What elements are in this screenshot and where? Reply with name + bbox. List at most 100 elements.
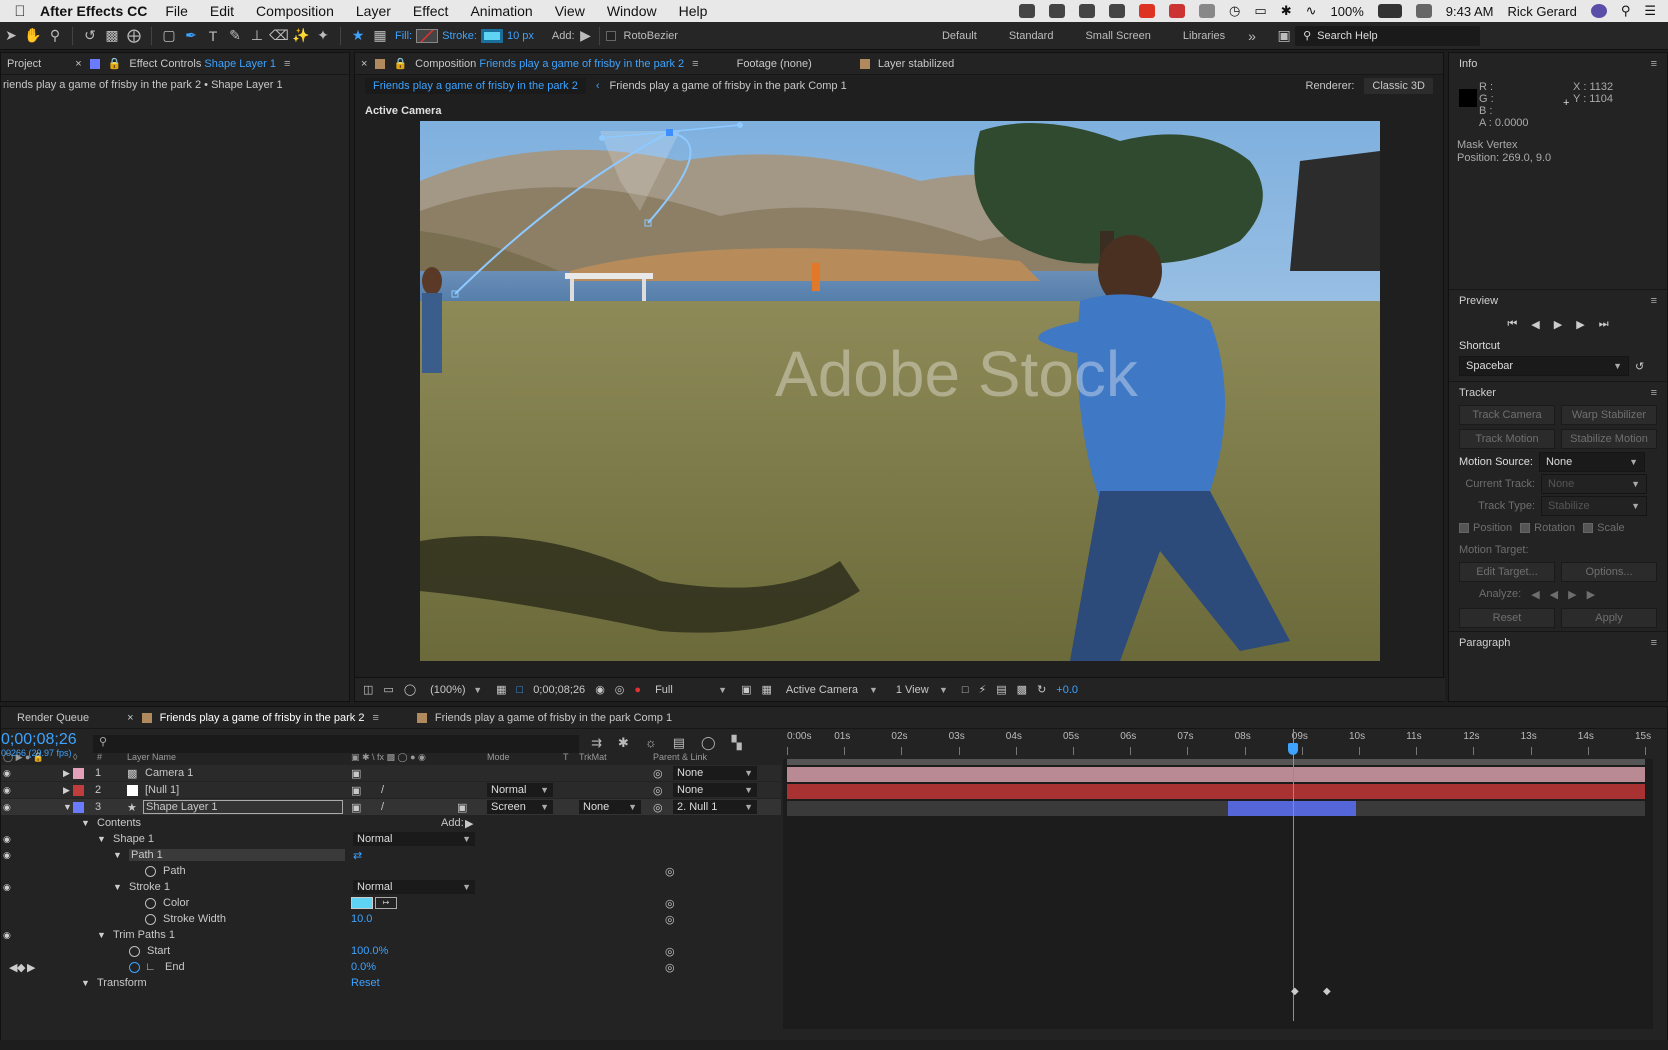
3d-layer-icon[interactable]: ▣	[457, 801, 467, 814]
rotation-tool-icon[interactable]: ↺	[79, 25, 101, 47]
camera-tool-icon[interactable]: ▩	[101, 25, 123, 47]
graph-icon[interactable]: ∟	[145, 961, 156, 973]
layer-bar-null[interactable]	[787, 784, 1645, 799]
workspace-standard[interactable]: Standard	[1009, 30, 1054, 42]
panel-menu-icon[interactable]: ≡	[1651, 58, 1657, 70]
pan-behind-tool-icon[interactable]: ⨁	[123, 25, 145, 47]
pickwhip-icon[interactable]: ◎	[665, 961, 675, 974]
playhead[interactable]	[1293, 729, 1295, 1021]
rectangle-tool-icon[interactable]: ▢	[158, 25, 180, 47]
col-layer-name[interactable]: Layer Name	[127, 752, 176, 762]
app-name-menu[interactable]: After Effects CC	[40, 3, 147, 19]
stopwatch-icon[interactable]	[145, 913, 156, 925]
layer-row[interactable]: ◉ ▶ 1 ▩ Camera 1 ▣ ◎ None ▼	[1, 765, 781, 781]
stopwatch-icon[interactable]	[145, 865, 156, 877]
viewer-image[interactable]: Adobe Stock	[420, 121, 1380, 661]
blend-mode-dropdown[interactable]: Normal ▼	[487, 783, 553, 797]
region-of-interest-icon[interactable]: ▣	[741, 683, 751, 696]
monitor-icon[interactable]: ▭	[383, 683, 393, 696]
shape-blend-dropdown[interactable]: Normal ▼	[353, 832, 475, 846]
stop-icon[interactable]	[1169, 4, 1186, 18]
timeline-timecode[interactable]: 0;00;08;26	[1, 731, 77, 749]
start-value[interactable]: 100.0%	[351, 945, 388, 957]
shy-switch-icon[interactable]: ▣	[351, 784, 361, 797]
stroke-color-swatch[interactable]	[351, 897, 373, 909]
close-tab-icon[interactable]: ×	[361, 58, 367, 70]
menu-view[interactable]: View	[555, 3, 585, 19]
edit-target-button[interactable]: Edit Target...	[1459, 562, 1555, 582]
stroke-label[interactable]: Stroke:	[442, 30, 477, 42]
last-frame-icon[interactable]: ⏭	[1599, 318, 1609, 331]
layer-label-color[interactable]	[73, 801, 84, 813]
tab-footage[interactable]: Footage (none)	[737, 58, 812, 70]
reset-button[interactable]: Reset	[1459, 608, 1555, 628]
eye-icon[interactable]: ◉	[3, 768, 11, 779]
track-camera-button[interactable]: Track Camera	[1459, 405, 1555, 425]
pickwhip-icon[interactable]: ◎	[653, 801, 663, 814]
display-icon[interactable]	[1199, 4, 1216, 18]
pickwhip-icon[interactable]: ◎	[665, 897, 675, 910]
notification-center-icon[interactable]: ☰	[1644, 3, 1656, 19]
scale-checkbox[interactable]: Scale	[1583, 522, 1625, 534]
workspace-overflow-icon[interactable]: »	[1241, 25, 1263, 47]
3d-glasses-icon[interactable]: ◯	[404, 683, 416, 696]
time-ruler[interactable]: 0:00s 01s 02s 03s 04s 05s 06s 07s 08s 09s 10s 11s 12…	[783, 729, 1653, 759]
bluetooth-icon[interactable]: ✱	[1281, 3, 1292, 19]
tab-project[interactable]: Project	[7, 58, 41, 70]
layer-row-selected[interactable]: ◉ ▼ 3 ★ Shape Layer 1 ▣ / ▣ Screen ▼ None…	[1, 799, 781, 815]
position-checkbox[interactable]: Position	[1459, 522, 1512, 534]
exposure-value[interactable]: +0.0	[1056, 684, 1078, 696]
pickwhip-icon[interactable]: ◎	[665, 913, 675, 926]
keyframe-diamond[interactable]: ◆	[1323, 986, 1331, 997]
hand-tool-icon[interactable]: ✋	[22, 25, 44, 47]
time-machine-icon[interactable]: ◷	[1229, 3, 1240, 19]
path-group-label[interactable]: Path 1	[129, 849, 345, 861]
twirl-open-icon[interactable]: ▼	[81, 978, 93, 988]
layer-name[interactable]: Camera 1	[145, 767, 193, 779]
fill-swatch[interactable]	[416, 28, 439, 43]
tab-effect-controls[interactable]: Effect Controls Shape Layer 1	[129, 58, 276, 70]
motion-source-dropdown[interactable]: None ▼	[1538, 452, 1645, 472]
view-layout-dropdown[interactable]: 1 View ▼	[892, 684, 952, 696]
workspace-default[interactable]: Default	[942, 30, 977, 42]
status-app-icon[interactable]	[1079, 4, 1096, 18]
keyframe-diamond[interactable]: ◆	[1291, 986, 1299, 997]
clock-time[interactable]: 9:43 AM	[1446, 4, 1494, 19]
star-tool-icon[interactable]: ★	[347, 25, 369, 47]
keyframe-add-icon[interactable]: ◆	[17, 961, 25, 974]
keyframe-nav-next-icon[interactable]: ▶	[27, 961, 35, 974]
stroke-group-label[interactable]: Stroke 1	[129, 881, 170, 893]
workspace-layout-icon[interactable]: ▣	[1273, 25, 1295, 47]
tab-composition[interactable]: Composition Friends play a game of frisb…	[415, 58, 684, 70]
menu-window[interactable]: Window	[607, 3, 657, 19]
previous-frame-icon[interactable]: ◀	[1531, 318, 1539, 331]
layer-name-field[interactable]: Shape Layer 1	[143, 800, 343, 814]
menu-animation[interactable]: Animation	[470, 3, 532, 19]
shy-switch-icon[interactable]: ▣	[351, 801, 361, 814]
panel-menu-icon[interactable]: ≡	[1651, 637, 1657, 649]
layer-name[interactable]: [Null 1]	[145, 784, 179, 796]
resolution-dropdown[interactable]: Full ▼	[651, 684, 731, 696]
twirl-open-icon[interactable]: ▼	[113, 850, 125, 860]
trim-paths-label[interactable]: Trim Paths 1	[113, 929, 175, 941]
snapshot-icon[interactable]: ◉	[595, 683, 605, 696]
shy-switch-icon[interactable]: ▣	[351, 767, 361, 780]
pdf-icon[interactable]	[1139, 4, 1156, 18]
eyedropper-icon[interactable]: ↦	[375, 897, 397, 909]
lock-icon[interactable]: 🔒	[393, 57, 407, 70]
next-frame-icon[interactable]: ▶	[1576, 318, 1584, 331]
battery-percent[interactable]: 100%	[1331, 4, 1364, 19]
analyze-backward-icon[interactable]: ◀	[1550, 588, 1558, 601]
tab-timeline-comp[interactable]: Friends play a game of frisby in the par…	[160, 712, 365, 724]
color-property-label[interactable]: Color	[163, 897, 189, 909]
transform-reset-link[interactable]: Reset	[351, 977, 380, 989]
transparency-grid-icon[interactable]: ▦	[761, 683, 771, 696]
parent-dropdown[interactable]: 2. Null 1 ▼	[673, 800, 757, 814]
breadcrumb-active[interactable]: Friends play a game of frisby in the par…	[365, 78, 586, 94]
toggle-pixel-aspect-icon[interactable]: □	[962, 684, 969, 696]
grid-snap-icon[interactable]: ▦	[369, 25, 391, 47]
mask-vertex-selected[interactable]	[666, 129, 673, 136]
playhead-handle[interactable]	[1288, 743, 1299, 755]
eye-icon[interactable]: ◉	[3, 850, 11, 861]
timeline-icon[interactable]: ▤	[996, 683, 1006, 696]
